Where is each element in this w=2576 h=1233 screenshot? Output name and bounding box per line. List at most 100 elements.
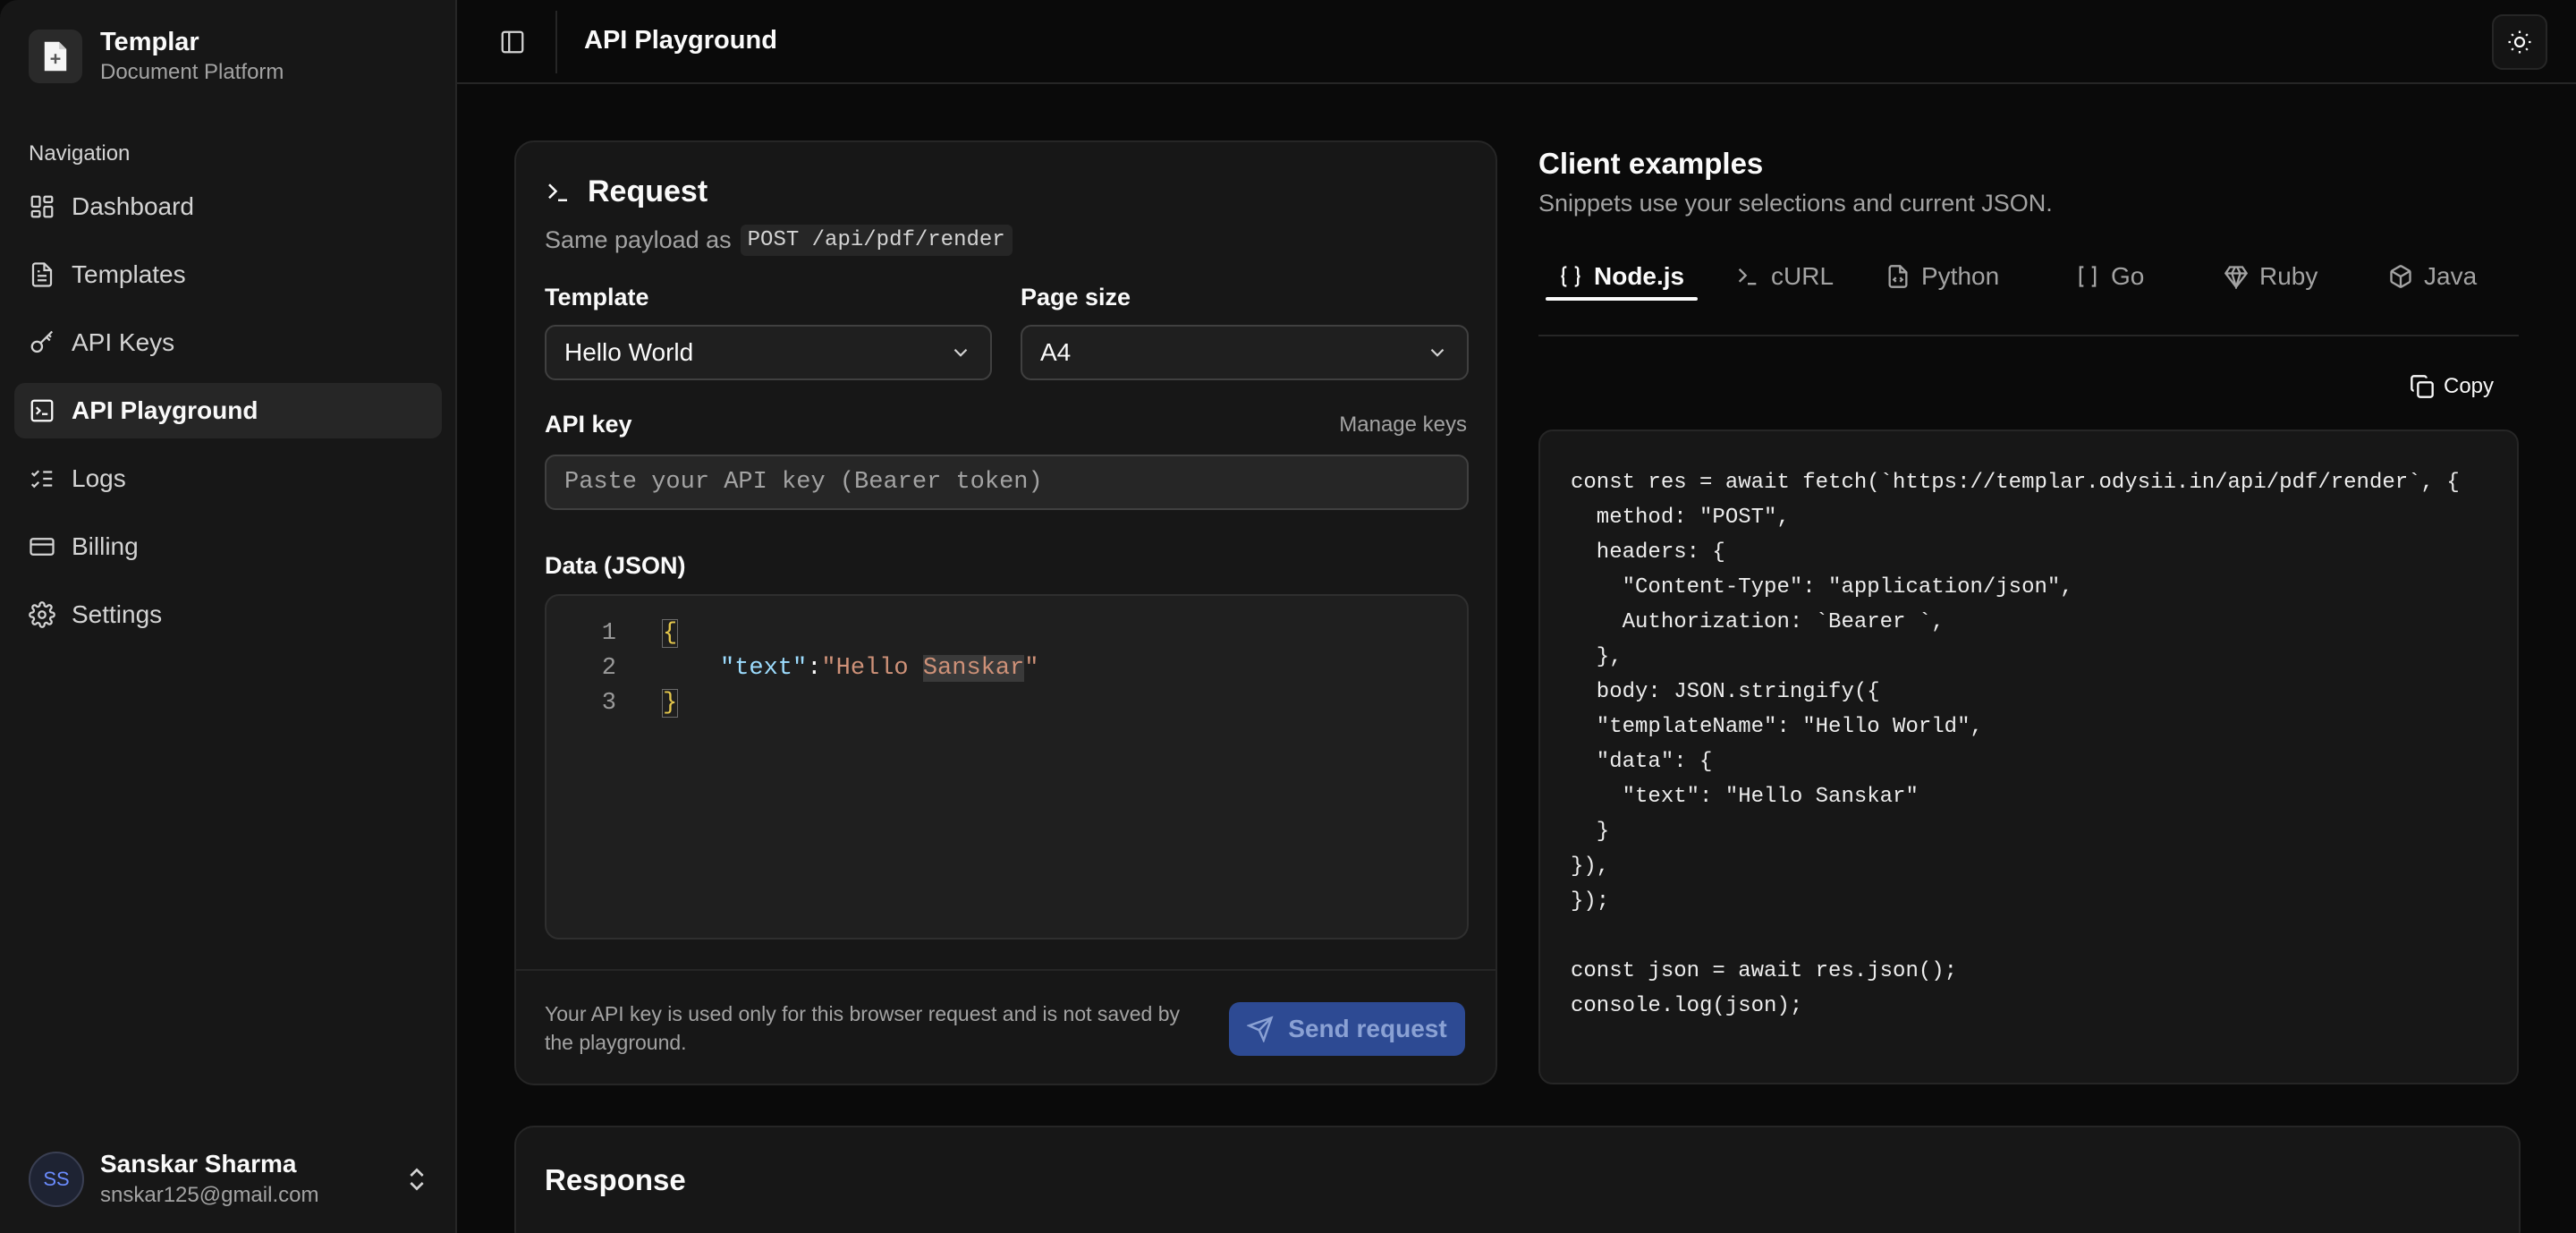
client-examples-title: Client examples [1538, 147, 1764, 180]
sidebar-item-dashboard[interactable]: Dashboard [14, 179, 442, 234]
user-name: Sanskar Sharma [100, 1150, 297, 1178]
sidebar-item-billing[interactable]: Billing [14, 519, 442, 574]
code-line: "templateName": "Hello World", [1571, 715, 1983, 739]
response-card: Response [514, 1126, 2521, 1233]
code-line: const json = await res.json(); [1571, 959, 1958, 983]
sidebar-item-settings[interactable]: Settings [14, 587, 442, 642]
send-request-button[interactable]: Send request [1229, 1002, 1465, 1056]
user-menu[interactable]: SS Sanskar Sharma snskar125@gmail.com [29, 1149, 431, 1210]
page-size-label: Page size [1021, 284, 1131, 310]
client-examples-subtitle: Snippets use your selections and current… [1538, 190, 2053, 217]
api-key-label: API key [545, 411, 632, 438]
avatar: SS [29, 1152, 84, 1207]
credit-card-icon [30, 538, 55, 556]
code-line: method: "POST", [1571, 506, 1790, 530]
sidebar: Templar Document Platform Navigation Das… [0, 0, 457, 1233]
code-line: body: JSON.stringify({ [1571, 680, 1880, 704]
json-brace: } [661, 688, 679, 718]
copy-button[interactable]: Copy [2410, 374, 2494, 399]
list-checks-icon [30, 470, 53, 489]
brand-subtitle: Document Platform [100, 60, 284, 84]
sidebar-item-label: Logs [72, 464, 126, 492]
editor-line: 3 } [547, 685, 1467, 720]
template-select-value: Hello World [564, 338, 694, 366]
json-value-highlight: Sanskar [922, 654, 1025, 682]
request-card: Request Same payload as POST /api/pdf/re… [514, 140, 1497, 1085]
code-line: console.log(json); [1571, 994, 1803, 1018]
request-title: Request [545, 174, 708, 209]
language-tabs: Node.js cURL Python Go Ruby Java [1538, 240, 2519, 336]
key-icon [30, 330, 54, 353]
file-plus-icon [29, 30, 82, 83]
user-email: snskar125@gmail.com [100, 1183, 319, 1207]
active-tab-indicator [1546, 297, 1698, 301]
header-divider [555, 11, 557, 73]
api-key-note: Your API key is used only for this brows… [545, 1002, 1180, 1054]
json-key: "text" [720, 654, 808, 682]
top-header: API Playground [457, 0, 2576, 84]
sidebar-item-label: Settings [72, 600, 163, 628]
file-text-icon [31, 262, 53, 287]
theme-toggle-button[interactable] [2492, 14, 2547, 70]
code-line: Authorization: `Bearer `, [1571, 610, 1945, 634]
code-line: }), [1571, 855, 1610, 879]
sidebar-item-api-keys[interactable]: API Keys [14, 315, 442, 370]
code-line: }, [1571, 645, 1623, 669]
brackets-icon [2079, 266, 2097, 287]
sidebar-item-label: API Keys [72, 328, 175, 356]
copy-icon [2411, 375, 2434, 398]
template-select[interactable]: Hello World [545, 325, 992, 380]
response-title: Response [545, 1163, 686, 1196]
json-value-prefix: "Hello [821, 654, 923, 682]
sidebar-toggle-button[interactable] [493, 22, 532, 62]
template-label: Template [545, 284, 649, 310]
request-subtitle: Same payload as POST /api/pdf/render [545, 225, 1013, 256]
tab-python[interactable]: Python [1885, 251, 1999, 302]
tab-ruby[interactable]: Ruby [2224, 251, 2318, 302]
code-line: headers: { [1571, 540, 1725, 565]
braces-icon [1561, 266, 1580, 287]
endpoint-chip: POST /api/pdf/render [740, 225, 1013, 256]
tab-java[interactable]: Java [2388, 251, 2477, 302]
nav-section-label: Navigation [29, 141, 131, 166]
page-size-select-value: A4 [1040, 338, 1072, 366]
sidebar-item-label: Dashboard [72, 192, 194, 220]
request-footer-divider [516, 969, 1496, 971]
package-icon [2390, 265, 2411, 288]
json-value-suffix: " [1024, 654, 1039, 682]
code-line: const res = await fetch(`https://templar… [1571, 471, 2460, 495]
sidebar-item-templates[interactable]: Templates [14, 247, 442, 302]
code-line: } [1571, 820, 1610, 844]
line-number: 1 [601, 619, 616, 647]
json-editor[interactable]: 1 { 2 "text":"Hello Sanskar" 3 } [545, 594, 1469, 940]
code-line: }); [1571, 889, 1610, 914]
manage-keys-link[interactable]: Manage keys [1339, 412, 1467, 438]
code-snippet[interactable]: const res = await fetch(`https://templar… [1538, 429, 2519, 1084]
brand[interactable]: Templar Document Platform [29, 27, 284, 86]
editor-line: 2 "text":"Hello Sanskar" [547, 651, 1467, 685]
brand-title: Templar [100, 28, 199, 56]
sidebar-item-logs[interactable]: Logs [14, 451, 442, 506]
chevron-down-icon [953, 348, 968, 357]
tab-curl[interactable]: cURL [1735, 251, 1834, 302]
tab-nodejs[interactable]: Node.js [1558, 251, 1684, 302]
sidebar-item-label: Billing [72, 532, 139, 560]
line-number: 2 [601, 654, 616, 682]
page-size-select[interactable]: A4 [1021, 325, 1469, 380]
editor-line: 1 { [547, 616, 1467, 651]
file-code-icon [1888, 265, 1908, 288]
data-json-label: Data (JSON) [545, 552, 686, 579]
sidebar-item-api-playground[interactable]: API Playground [14, 383, 442, 438]
sun-icon [2508, 30, 2531, 54]
api-key-input[interactable]: Paste your API key (Bearer token) [545, 455, 1469, 510]
chevron-down-icon [1430, 348, 1445, 357]
page-title: API Playground [584, 26, 777, 55]
panel-left-icon [501, 30, 524, 54]
terminal-icon [1738, 268, 1757, 285]
tab-go[interactable]: Go [2075, 251, 2144, 302]
json-colon: : [807, 654, 822, 682]
code-line: "text": "Hello Sanskar" [1571, 785, 1919, 809]
gem-icon [2224, 266, 2249, 289]
chevrons-up-down-icon [410, 1168, 424, 1191]
